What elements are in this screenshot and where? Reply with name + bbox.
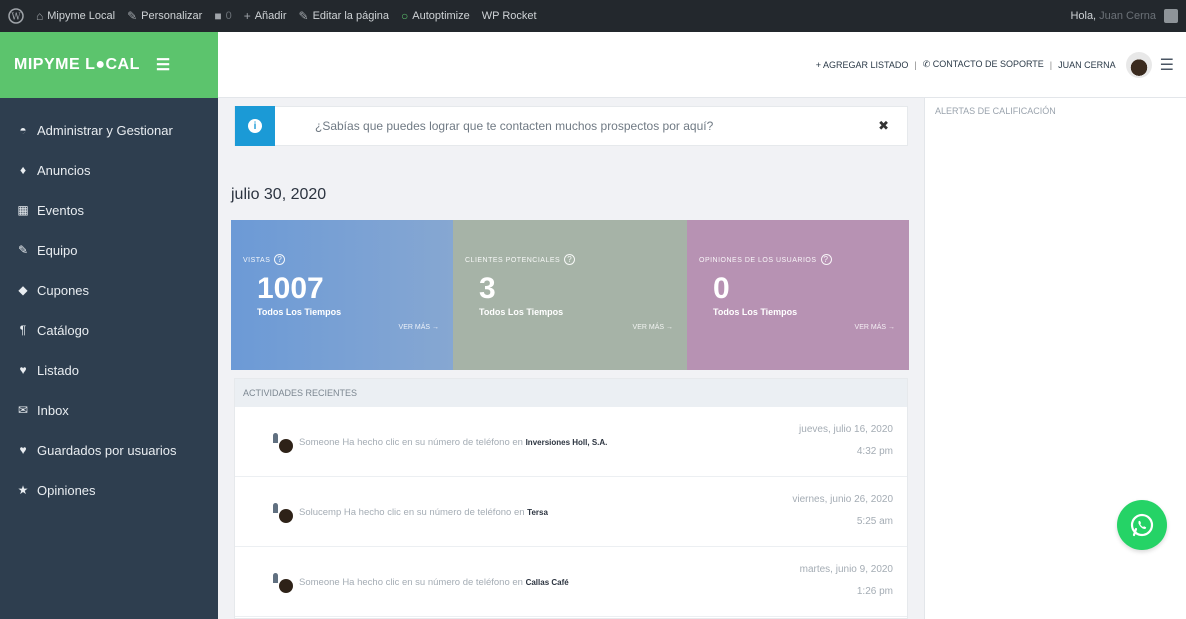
whatsapp-icon <box>1130 513 1154 537</box>
avatar[interactable] <box>1125 51 1152 78</box>
listing-link[interactable]: Tersa <box>527 508 548 517</box>
see-more-link[interactable]: VER MÁS → <box>855 324 895 331</box>
see-more-link[interactable]: VER MÁS → <box>633 324 673 331</box>
stat-value: 1007 <box>257 272 324 305</box>
utensils-icon: ¶ <box>19 323 27 337</box>
listing-link[interactable]: Callas Café <box>526 578 569 587</box>
info-badge: i <box>235 106 275 146</box>
home-icon: ⌂ <box>36 9 44 23</box>
sidebar-item-guardados[interactable]: ♥ Guardados por usuarios <box>0 430 218 470</box>
stat-value: 0 <box>713 272 730 305</box>
plus-icon: + <box>243 9 251 23</box>
sidebar: MIPYME L●CAL ☰ ◓ Administrar y Gestionar… <box>0 32 218 619</box>
sidebar-item-administrar[interactable]: ◓ Administrar y Gestionar <box>0 110 218 150</box>
notice-text: ¿Sabías que puedes lograr que te contact… <box>315 119 714 133</box>
whatsapp-button[interactable] <box>1117 500 1167 550</box>
panel-title: ALERTAS DE CALIFICACIÓN <box>935 106 1056 116</box>
add-new-link[interactable]: + Añadir <box>244 9 287 23</box>
rocket-icon: ♦ <box>19 163 27 177</box>
list-item: Someone Ha hecho clic en su número de te… <box>235 407 907 477</box>
account-menu[interactable]: Hola, Juan Cerna <box>1070 9 1178 23</box>
edit-page-link[interactable]: ✎ Editar la página <box>299 9 390 23</box>
add-listing-link[interactable]: + AGREGAR LISTADO <box>816 60 909 70</box>
sidebar-item-anuncios[interactable]: ♦ Anuncios <box>0 150 218 190</box>
avatar <box>273 433 293 455</box>
edit-icon: ✎ <box>17 243 29 257</box>
sidebar-item-equipo[interactable]: ✎ Equipo <box>0 230 218 270</box>
brush-icon: ✎ <box>127 9 138 23</box>
phone-icon: ✆ <box>922 59 933 69</box>
envelope-icon: ✉ <box>17 403 29 417</box>
wordpress-logo-icon[interactable]: W <box>8 8 24 24</box>
stat-subtitle: Todos Los Tiempos <box>479 307 564 317</box>
help-icon[interactable]: ? <box>564 254 576 265</box>
svg-text:W: W <box>11 13 21 23</box>
calendar-icon: ▦ <box>17 203 29 217</box>
stat-card-leads: CLIENTES POTENCIALES? 3 Todos Los Tiempo… <box>453 220 687 370</box>
recent-activities: ACTIVIDADES RECIENTES Someone Ha hecho c… <box>234 378 908 619</box>
sidebar-item-listado[interactable]: ♥ Listado <box>0 350 218 390</box>
stat-card-views: VISTAS? 1007 Todos Los Tiempos VER MÁS → <box>231 220 453 370</box>
page-date: julio 30, 2020 <box>231 186 327 203</box>
brand-logo[interactable]: MIPYME L●CAL ☰ <box>0 32 218 98</box>
stat-subtitle: Todos Los Tiempos <box>257 307 342 317</box>
sidebar-item-opiniones[interactable]: ★ Opiniones <box>0 470 218 510</box>
activity-date: viernes, junio 26, 2020 <box>792 494 893 505</box>
list-item: Solucemp Ha hecho clic en su número de t… <box>235 477 907 547</box>
info-icon: i <box>248 119 262 133</box>
list-item: Someone Ha hecho clic en su número de te… <box>235 547 907 617</box>
activity-time: 1:26 pm <box>856 586 893 597</box>
dashboard-icon: ◓ <box>19 123 27 137</box>
help-icon[interactable]: ? <box>274 254 286 265</box>
divider: | <box>914 59 917 70</box>
sidebar-item-eventos[interactable]: ▦ Eventos <box>0 190 218 230</box>
heart-icon: ♥ <box>19 443 27 457</box>
see-more-link[interactable]: VER MÁS → <box>399 324 439 331</box>
avatar <box>1164 9 1178 23</box>
avatar <box>273 503 293 525</box>
star-icon: ★ <box>17 483 29 497</box>
site-name-link[interactable]: ⌂ Mipyme Local <box>36 9 115 23</box>
support-contact-link[interactable]: ✆ CONTACTO DE SOPORTE <box>923 59 1044 70</box>
section-title: ACTIVIDADES RECIENTES <box>235 379 907 407</box>
sidebar-item-inbox[interactable]: ✉ Inbox <box>0 390 218 430</box>
avatar <box>273 573 293 595</box>
comments-link[interactable]: ■ 0 <box>214 9 231 23</box>
stat-card-reviews: OPINIONES DE LOS USUARIOS? 0 Todos Los T… <box>687 220 909 370</box>
autoptimize-link[interactable]: ○ Autoptimize <box>401 9 470 23</box>
wp-rocket-link[interactable]: WP Rocket <box>482 10 537 22</box>
listing-link[interactable]: Inversiones Holl, S.A. <box>526 438 608 447</box>
help-icon[interactable]: ? <box>820 254 832 265</box>
activity-time: 5:25 am <box>856 516 893 527</box>
divider: | <box>1049 59 1053 70</box>
customize-link[interactable]: ✎ Personalizar <box>127 9 202 23</box>
close-icon[interactable]: ✖ <box>878 118 889 134</box>
pencil-icon: ✎ <box>298 9 309 23</box>
stats-cards: VISTAS? 1007 Todos Los Tiempos VER MÁS →… <box>231 220 909 370</box>
activity-time: 4:32 pm <box>856 446 893 457</box>
activity-date: jueves, julio 16, 2020 <box>799 424 893 435</box>
menu-toggle-icon[interactable]: ☰ <box>156 55 171 75</box>
activity-date: martes, junio 9, 2020 <box>799 564 893 575</box>
top-header: + AGREGAR LISTADO | ✆ CONTACTO DE SOPORT… <box>218 32 1186 98</box>
info-notice: i ¿Sabías que puedes lograr que te conta… <box>234 106 908 146</box>
sidebar-item-catalogo[interactable]: ¶ Catálogo <box>0 310 218 350</box>
stat-value: 3 <box>479 272 496 305</box>
stat-subtitle: Todos Los Tiempos <box>713 307 798 317</box>
menu-icon[interactable]: ☰ <box>1160 55 1174 75</box>
user-name-link[interactable]: JUAN CERNA <box>1058 60 1116 70</box>
sidebar-item-cupones[interactable]: ◆ Cupones <box>0 270 218 310</box>
comment-icon: ■ <box>214 9 222 23</box>
autoptimize-icon: ○ <box>401 9 409 23</box>
wp-admin-bar: W ⌂ Mipyme Local ✎ Personalizar ■ 0 + Añ… <box>0 0 1186 32</box>
tag-icon: ◆ <box>18 283 28 297</box>
map-marker-icon: ♥ <box>19 363 27 377</box>
